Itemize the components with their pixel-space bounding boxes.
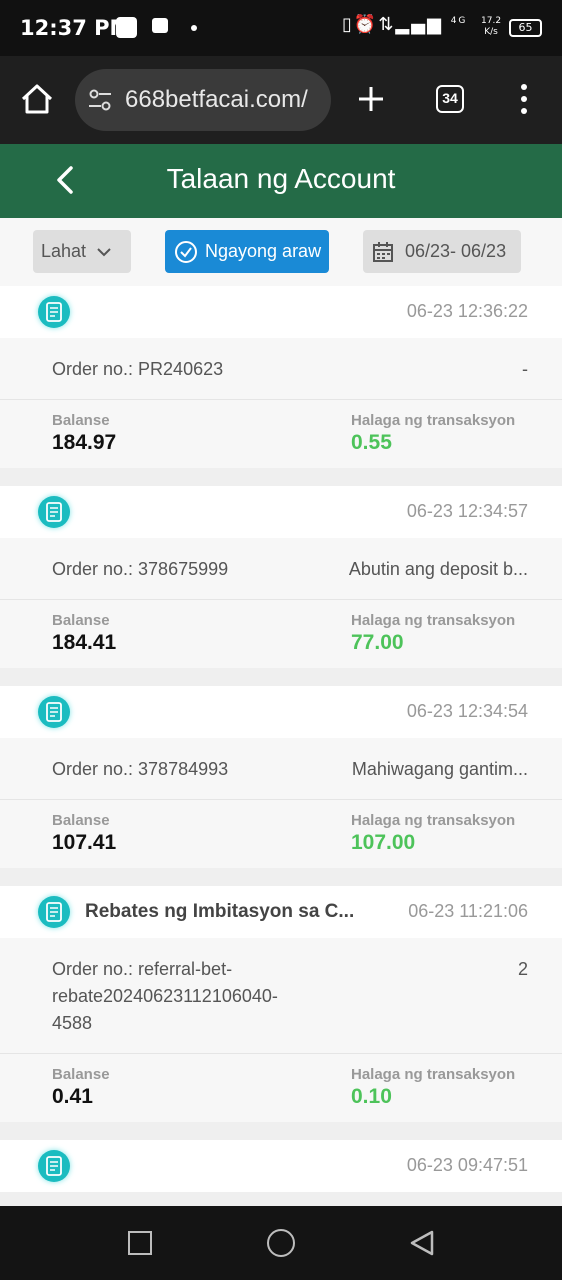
amount-value: 0.55 xyxy=(351,431,392,454)
transaction-item[interactable]: 06-23 12:34:57 Order no.: 378675999 Abut… xyxy=(0,486,562,668)
transaction-time: 06-23 12:34:54 xyxy=(406,701,528,721)
receipt-icon xyxy=(38,1150,70,1182)
browser-toolbar: 668betfacai.com/ 34 xyxy=(0,56,562,144)
balance-value: 184.41 xyxy=(52,631,117,654)
network-speed-value: 17.2 xyxy=(481,16,502,26)
status-time: 12:37 PM xyxy=(20,16,131,40)
transaction-time: 06-23 12:34:57 xyxy=(406,501,528,521)
more-notifications-dot-icon xyxy=(191,25,197,31)
signal-icon: ▂▄▆ xyxy=(395,14,443,35)
more-vert-icon[interactable] xyxy=(515,82,533,116)
transaction-item[interactable]: 06-23 12:36:22 Order no.: PR240623 - Bal… xyxy=(0,286,562,468)
order-number: Order no.: 378784993 xyxy=(52,759,229,779)
filter-bar: Lahat Ngayong araw 06/23- 06/23 xyxy=(0,218,562,286)
amount-label: Halaga ng transaksyon xyxy=(351,1066,516,1083)
transaction-header: 06-23 09:47:51 xyxy=(0,1140,562,1192)
chevron-down-icon xyxy=(97,248,111,257)
transaction-amounts: Balanse 107.41 Halaga ng transaksyon 107… xyxy=(0,800,562,868)
transaction-order-row: Order no.: 378675999 Abutin ang deposit … xyxy=(0,538,562,600)
network-speed: 17.2 K/s xyxy=(481,16,501,38)
app-header: Talaan ng Account xyxy=(0,144,562,218)
transaction-order-row: Order no.: referral-bet-rebate2024062311… xyxy=(0,938,562,1054)
recent-apps-icon[interactable] xyxy=(128,1231,152,1255)
balance-label: Balanse xyxy=(52,412,110,429)
new-tab-icon[interactable] xyxy=(355,83,387,115)
balance-label: Balanse xyxy=(52,1066,110,1083)
battery-indicator: 65 xyxy=(509,19,542,37)
network-speed-unit: K/s xyxy=(484,27,498,37)
date-range-label: 06/23- 06/23 xyxy=(405,241,507,261)
balance-value: 107.41 xyxy=(52,831,117,854)
transaction-order-row: Order no.: 378784993 Mahiwagang gantim..… xyxy=(0,738,562,800)
alarm-icon: ⏰ xyxy=(353,14,379,35)
transaction-item[interactable]: 06-23 12:34:54 Order no.: 378784993 Mahi… xyxy=(0,686,562,868)
amount-value: 0.10 xyxy=(351,1085,392,1108)
amount-label: Halaga ng transaksyon xyxy=(351,812,516,829)
receipt-icon xyxy=(38,496,70,528)
system-status-icons: ▯⏰⇅▂▄▆ 4G xyxy=(342,14,467,35)
network-type: 4G xyxy=(450,16,468,26)
transaction-item[interactable]: Rebates ng Imbitasyon sa C... 06-23 11:2… xyxy=(0,886,562,1122)
data-transfer-icon: ⇅ xyxy=(378,14,396,35)
type-filter-label: Lahat xyxy=(41,241,87,261)
back-triangle-icon[interactable] xyxy=(409,1229,435,1257)
tab-switcher-button[interactable]: 34 xyxy=(436,85,464,113)
transaction-detail: Mahiwagang gantim... xyxy=(351,759,528,779)
transaction-header: 06-23 12:34:57 xyxy=(0,486,562,538)
order-number: Order no.: 378675999 xyxy=(52,559,229,579)
vibrate-icon: ▯ xyxy=(342,14,354,35)
balance-label: Balanse xyxy=(52,612,110,629)
message-notification-icon xyxy=(152,18,168,33)
calendar-icon xyxy=(373,242,393,262)
receipt-icon xyxy=(38,296,70,328)
amount-value: 107.00 xyxy=(351,831,416,854)
address-bar[interactable]: 668betfacai.com/ xyxy=(75,69,331,131)
transaction-title: Rebates ng Imbitasyon sa C... xyxy=(85,901,355,922)
transaction-header: 06-23 12:36:22 xyxy=(0,286,562,338)
today-filter-button[interactable]: Ngayong araw xyxy=(165,230,329,273)
page-title: Talaan ng Account xyxy=(166,163,396,194)
transaction-detail: Abutin ang deposit b... xyxy=(348,559,528,579)
transaction-time: 06-23 12:36:22 xyxy=(406,301,528,321)
receipt-icon xyxy=(38,896,70,928)
transaction-detail: - xyxy=(522,359,528,379)
transaction-detail: 2 xyxy=(517,959,528,979)
order-number: Order no.: referral-bet-rebate2024062311… xyxy=(52,959,278,1033)
transaction-amounts: Balanse 0.41 Halaga ng transaksyon 0.10 xyxy=(0,1054,562,1122)
transaction-time: 06-23 09:47:51 xyxy=(406,1155,528,1175)
order-number: Order no.: PR240623 xyxy=(52,359,224,379)
transaction-time: 06-23 11:21:06 xyxy=(408,901,528,921)
app-notification-icon xyxy=(116,17,137,38)
today-filter-label: Ngayong araw xyxy=(205,241,322,261)
system-navigation-bar xyxy=(0,1206,562,1280)
home-circle-icon[interactable] xyxy=(267,1229,295,1257)
transaction-item[interactable]: 06-23 09:47:51 xyxy=(0,1140,562,1192)
balance-value: 0.41 xyxy=(52,1085,93,1108)
transaction-amounts: Balanse 184.41 Halaga ng transaksyon 77.… xyxy=(0,600,562,668)
balance-label: Balanse xyxy=(52,812,110,829)
transaction-amounts: Balanse 184.97 Halaga ng transaksyon 0.5… xyxy=(0,400,562,468)
receipt-icon xyxy=(38,696,70,728)
amount-label: Halaga ng transaksyon xyxy=(351,412,516,429)
transaction-order-row: Order no.: PR240623 - xyxy=(0,338,562,400)
type-filter-dropdown[interactable]: Lahat xyxy=(33,230,131,273)
home-icon[interactable] xyxy=(18,80,56,118)
transaction-list: 06-23 12:36:22 Order no.: PR240623 - Bal… xyxy=(0,286,562,1210)
date-range-picker[interactable]: 06/23- 06/23 xyxy=(363,230,521,273)
status-bar: 12:37 PM ▯⏰⇅▂▄▆ 4G 17.2 K/s 65 xyxy=(0,0,562,56)
url-text[interactable]: 668betfacai.com/ xyxy=(125,86,308,114)
transaction-header: Rebates ng Imbitasyon sa C... 06-23 11:2… xyxy=(0,886,562,938)
balance-value: 184.97 xyxy=(52,431,117,454)
amount-value: 77.00 xyxy=(351,631,404,654)
check-circle-icon xyxy=(175,241,197,263)
amount-label: Halaga ng transaksyon xyxy=(351,612,516,629)
site-settings-icon[interactable] xyxy=(87,88,113,112)
transaction-header: 06-23 12:34:54 xyxy=(0,686,562,738)
